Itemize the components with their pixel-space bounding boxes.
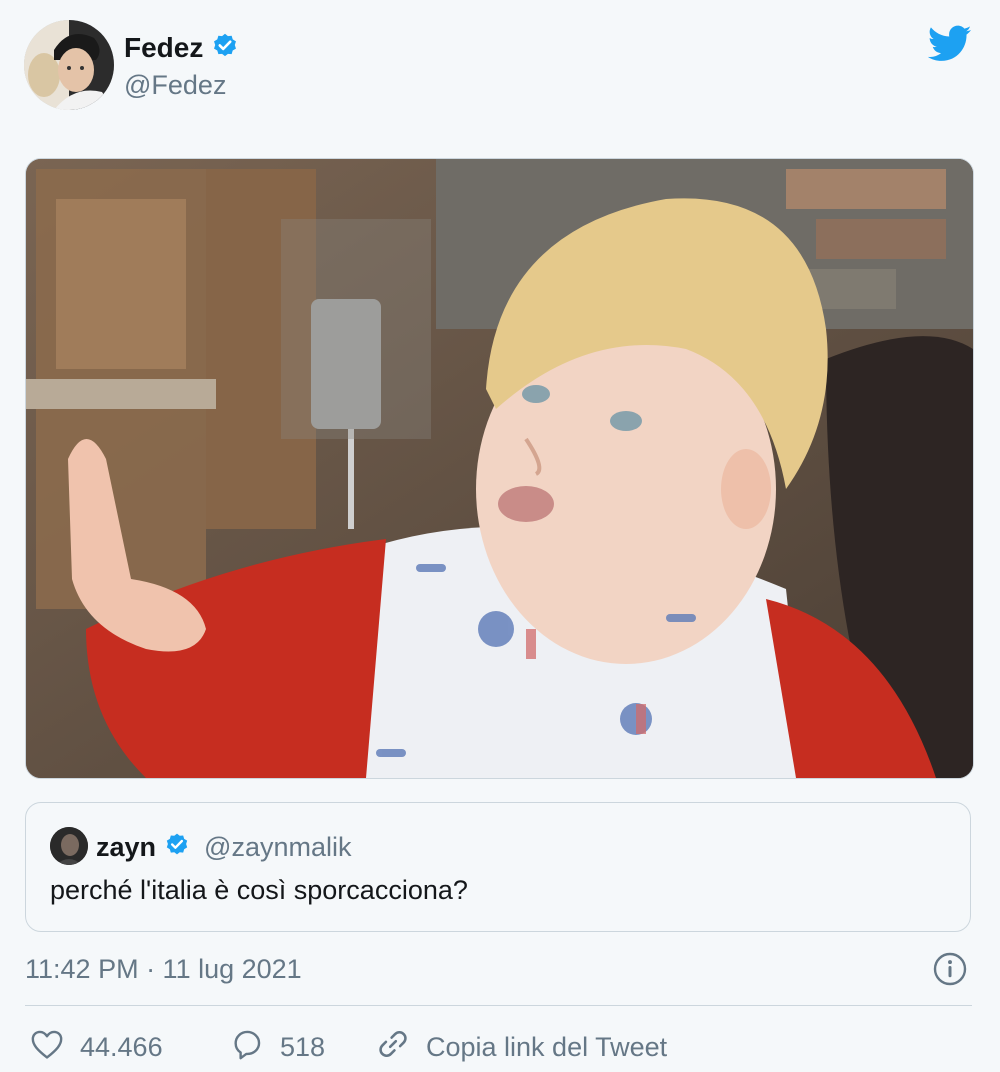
author-avatar[interactable]	[24, 20, 114, 110]
reply-button[interactable]: 518	[230, 1028, 325, 1066]
divider	[25, 1005, 972, 1006]
heart-icon	[30, 1028, 64, 1067]
copy-link-label: Copia link del Tweet	[426, 1031, 668, 1062]
author-handle[interactable]: @Fedez	[124, 70, 226, 101]
info-icon[interactable]	[932, 951, 968, 987]
quoted-tweet[interactable]: zayn @zaynmalik perché l'italia è così s…	[25, 802, 971, 932]
quoted-author-name[interactable]: zayn	[96, 832, 156, 863]
tweet-photo[interactable]	[25, 158, 974, 779]
author-display-name[interactable]: Fedez	[124, 32, 203, 64]
verified-badge-icon	[164, 832, 190, 863]
reply-bubble-icon	[230, 1028, 264, 1067]
copy-link-button[interactable]: Copia link del Tweet	[376, 1028, 667, 1066]
verified-badge-icon	[211, 32, 239, 65]
tweet-timestamp[interactable]: 11:42 PM · 11 lug 2021	[25, 954, 302, 985]
quoted-author-avatar[interactable]	[50, 827, 88, 865]
reply-count: 518	[280, 1031, 326, 1062]
like-count: 44.466	[80, 1031, 163, 1062]
like-button[interactable]: 44.466	[30, 1028, 163, 1066]
quoted-author-row: zayn @zaynmalik	[96, 828, 351, 866]
tweet-card: Fedez @Fedez zayn @zaynmalik perché l'it…	[0, 0, 1000, 1072]
quoted-author-handle[interactable]: @zaynmalik	[204, 832, 351, 863]
quoted-tweet-text: perché l'italia è così sporcacciona?	[50, 875, 468, 905]
link-icon	[376, 1027, 410, 1068]
author-name-row[interactable]: Fedez	[124, 30, 239, 66]
twitter-bird-icon[interactable]	[927, 24, 972, 64]
